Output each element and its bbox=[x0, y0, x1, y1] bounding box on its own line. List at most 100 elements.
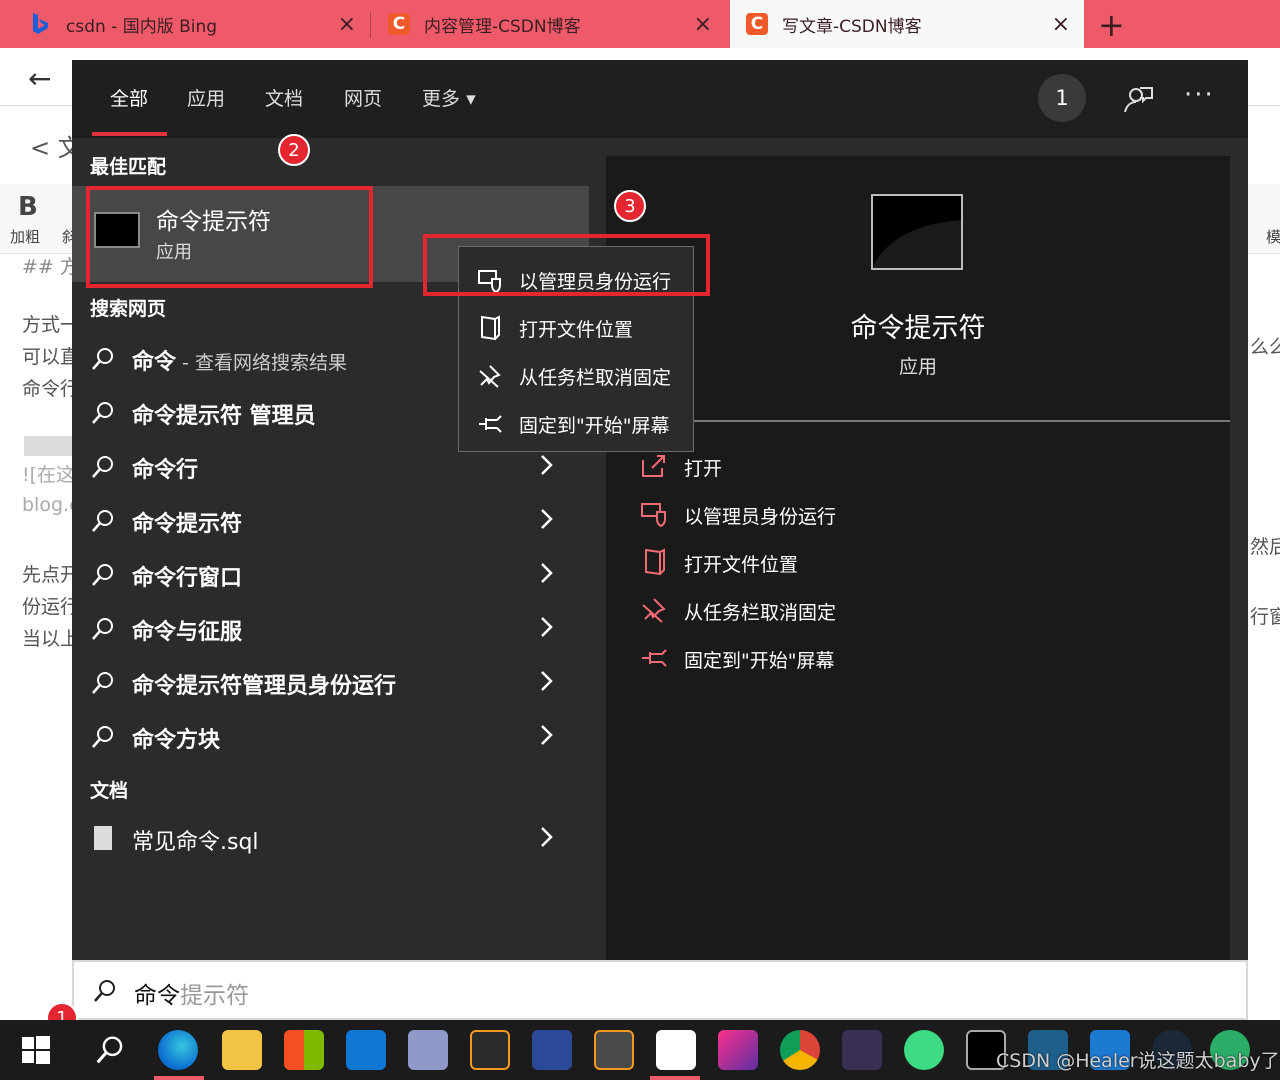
document-result-item[interactable]: 常见命令.sql bbox=[72, 812, 589, 866]
file-location-icon bbox=[645, 548, 665, 576]
chevron-right-icon[interactable] bbox=[538, 452, 556, 478]
tab-apps[interactable]: 应用 bbox=[187, 84, 225, 111]
search-icon bbox=[92, 510, 113, 532]
search-input[interactable]: 命令提示符 bbox=[72, 960, 1248, 1020]
editor-line: blog.c bbox=[22, 494, 80, 516]
search-icon bbox=[92, 726, 113, 748]
chevron-right-icon[interactable] bbox=[538, 722, 556, 748]
search-icon bbox=[94, 980, 115, 1002]
browser-tab-bar: csdn - 国内版 Bing × C 内容管理-CSDN博客 × C 写文章-… bbox=[0, 0, 1280, 48]
chevron-right-icon[interactable] bbox=[538, 560, 556, 586]
csdn-icon: C bbox=[746, 13, 768, 35]
web-result-query: 命令提示符 管理员 bbox=[132, 404, 316, 429]
search-icon bbox=[92, 564, 113, 586]
annotation-box-run-as-admin bbox=[423, 234, 710, 296]
editor-line: 么么 bbox=[1250, 336, 1280, 358]
action-label: 以管理员身份运行 bbox=[684, 506, 837, 528]
back-arrow-icon[interactable]: ← bbox=[28, 62, 51, 95]
context-label: 从任务栏取消固定 bbox=[519, 367, 672, 389]
action-run-as-admin[interactable]: 以管理员身份运行 bbox=[640, 494, 1040, 534]
watermark: CSDN @Healer说这题太baby了 bbox=[996, 1050, 1280, 1072]
markdown-heading: ## 方 bbox=[22, 256, 79, 278]
web-result-item[interactable]: 命令与征服 bbox=[72, 602, 589, 656]
web-result-query: 命令提示符 bbox=[132, 512, 243, 537]
bing-icon bbox=[33, 13, 48, 34]
chevron-right-icon[interactable] bbox=[538, 668, 556, 694]
search-icon bbox=[92, 402, 113, 424]
close-icon[interactable]: × bbox=[694, 12, 712, 37]
editor-line: 先点开 bbox=[22, 564, 80, 586]
editor-line: 行窗 bbox=[1250, 606, 1280, 628]
chrome-icon[interactable] bbox=[780, 1030, 820, 1070]
more-options-icon[interactable]: ··· bbox=[1184, 80, 1215, 110]
search-icon bbox=[92, 672, 113, 694]
cmd-app-icon bbox=[871, 194, 963, 270]
editor-line: 份运行 bbox=[22, 596, 80, 618]
rewards-badge[interactable]: 1 bbox=[1038, 74, 1086, 122]
edge-icon[interactable] bbox=[158, 1030, 198, 1070]
chevron-right-icon[interactable] bbox=[538, 614, 556, 640]
mail-icon[interactable] bbox=[346, 1030, 386, 1070]
best-match-header: 最佳匹配 bbox=[90, 156, 167, 178]
active-tab-indicator bbox=[92, 132, 167, 136]
chevron-right-icon[interactable] bbox=[538, 506, 556, 532]
context-unpin-taskbar[interactable]: 从任务栏取消固定 bbox=[459, 351, 695, 399]
intellij-icon[interactable] bbox=[718, 1030, 758, 1070]
documents-header: 文档 bbox=[90, 780, 129, 802]
action-pin-start[interactable]: 固定到"开始"屏幕 bbox=[640, 638, 1040, 678]
chevron-down-icon: ▾ bbox=[466, 88, 476, 110]
action-unpin-taskbar[interactable]: 从任务栏取消固定 bbox=[640, 590, 1040, 630]
close-icon[interactable]: × bbox=[1052, 12, 1070, 37]
web-result-query: 命令方块 bbox=[132, 728, 221, 753]
new-tab-button[interactable]: + bbox=[1098, 6, 1125, 44]
search-icon[interactable] bbox=[94, 1034, 126, 1066]
web-result-item[interactable]: 命令方块 bbox=[72, 710, 589, 764]
action-open[interactable]: 打开 bbox=[640, 446, 1040, 486]
context-pin-start[interactable]: 固定到"开始"屏幕 bbox=[459, 399, 695, 447]
unpin-icon bbox=[479, 365, 501, 388]
web-result-hint: - 查看网络搜索结果 bbox=[176, 352, 347, 374]
dev-icon[interactable] bbox=[470, 1030, 510, 1070]
search-autocomplete: 提示符 bbox=[180, 983, 249, 1009]
editor-line: 方式一 bbox=[22, 314, 80, 336]
context-label: 固定到"开始"屏幕 bbox=[519, 415, 670, 437]
action-open-file-location[interactable]: 打开文件位置 bbox=[640, 542, 1040, 582]
tab-documents[interactable]: 文档 bbox=[265, 84, 303, 111]
document-result-name: 常见命令.sql bbox=[132, 830, 259, 855]
app-icon[interactable] bbox=[408, 1030, 448, 1070]
active-app-indicator bbox=[154, 1076, 204, 1080]
annotation-box-best-match bbox=[86, 186, 373, 288]
chevron-right-icon[interactable] bbox=[538, 824, 556, 850]
web-result-item[interactable]: 命令提示符 bbox=[72, 494, 589, 548]
preview-divider bbox=[606, 420, 1230, 422]
pin-icon bbox=[479, 415, 502, 433]
web-result-item[interactable]: 命令行窗口 bbox=[72, 548, 589, 602]
wps-icon[interactable] bbox=[842, 1030, 882, 1070]
tab-all[interactable]: 全部 bbox=[110, 84, 148, 111]
windows-start-icon[interactable] bbox=[22, 1036, 50, 1064]
csdn-icon: C bbox=[388, 13, 410, 35]
tab-web[interactable]: 网页 bbox=[344, 84, 382, 111]
tab-bing[interactable]: csdn - 国内版 Bing × bbox=[0, 0, 370, 48]
web-result-query: 命令行 bbox=[132, 458, 199, 483]
bold-icon[interactable]: B bbox=[18, 192, 38, 222]
tab-content-manager[interactable]: C 内容管理-CSDN博客 × bbox=[374, 0, 726, 48]
devcpp-icon[interactable] bbox=[532, 1030, 572, 1070]
typora-icon[interactable] bbox=[656, 1030, 696, 1070]
file-explorer-icon[interactable] bbox=[222, 1030, 262, 1070]
feedback-icon[interactable] bbox=[1122, 84, 1154, 116]
pin-icon bbox=[642, 649, 667, 667]
context-open-file-location[interactable]: 打开文件位置 bbox=[459, 303, 695, 351]
cmd-window-graphic bbox=[873, 220, 961, 268]
tab-more[interactable]: 更多 ▾ bbox=[422, 84, 476, 111]
web-result-item[interactable]: 命令提示符管理员身份运行 bbox=[72, 656, 589, 710]
android-studio-icon[interactable] bbox=[904, 1030, 944, 1070]
sublime-icon[interactable] bbox=[594, 1030, 634, 1070]
annotation-marker: 3 bbox=[614, 190, 646, 222]
web-result-query: 命令与征服 bbox=[132, 620, 243, 645]
tab-write-article[interactable]: C 写文章-CSDN博客 × bbox=[730, 0, 1084, 48]
store-icon[interactable] bbox=[284, 1030, 324, 1070]
editor-line: 命令行 bbox=[22, 378, 80, 400]
editor-line: ![在这 bbox=[22, 464, 76, 486]
close-icon[interactable]: × bbox=[338, 12, 356, 37]
